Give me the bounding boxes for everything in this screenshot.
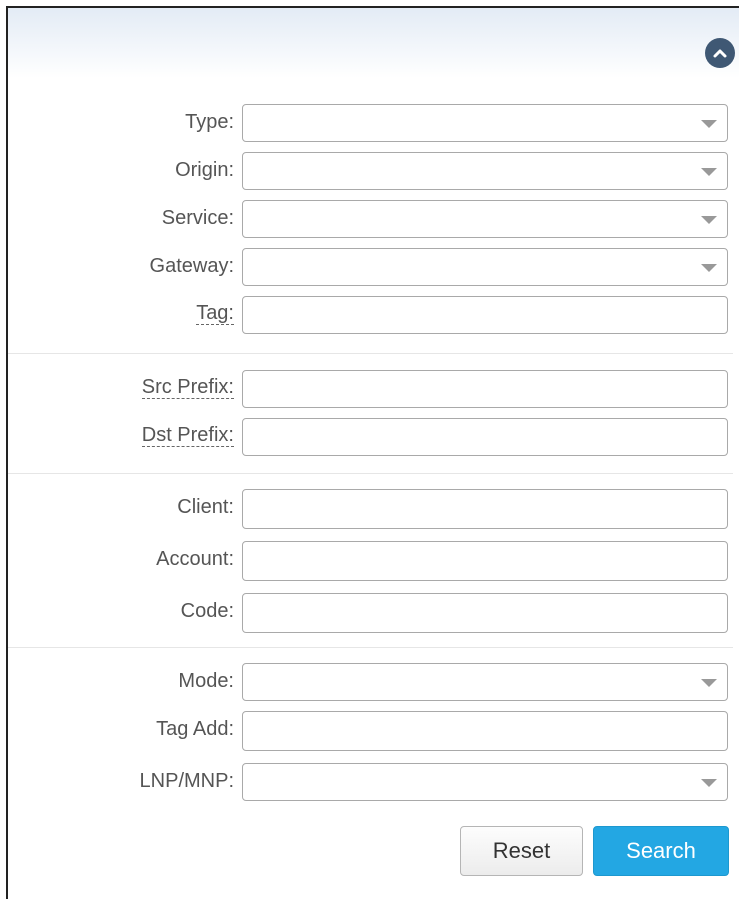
mode-select[interactable]	[242, 663, 728, 701]
gateway-select[interactable]	[242, 248, 728, 286]
type-row: Type:	[8, 104, 739, 144]
origin-label: Origin:	[175, 159, 234, 181]
service-row: Service:	[8, 200, 739, 240]
client-label: Client:	[177, 496, 234, 518]
chevron-down-icon	[701, 779, 717, 787]
tag-input[interactable]	[242, 296, 728, 334]
src-prefix-row: Src Prefix:	[8, 370, 739, 410]
origin-row: Origin:	[8, 152, 739, 192]
client-row: Client:	[8, 489, 739, 529]
account-input[interactable]	[242, 541, 728, 581]
chevron-down-icon	[701, 679, 717, 687]
code-input[interactable]	[242, 593, 728, 633]
section-divider	[8, 647, 733, 648]
filter-panel: Type: Origin: Service: Gateway: Tag: Src…	[6, 6, 739, 899]
gateway-label: Gateway:	[149, 255, 234, 277]
type-label: Type:	[185, 111, 234, 133]
tag-row: Tag:	[8, 296, 739, 336]
reset-button[interactable]: Reset	[460, 826, 583, 876]
dst-prefix-row: Dst Prefix:	[8, 418, 739, 458]
section-divider	[8, 353, 733, 354]
panel-header	[8, 8, 739, 78]
tag-add-row: Tag Add:	[8, 711, 739, 751]
type-select[interactable]	[242, 104, 728, 142]
tag-add-label: Tag Add:	[156, 718, 234, 740]
src-prefix-label[interactable]: Src Prefix:	[141, 376, 234, 399]
code-row: Code:	[8, 593, 739, 633]
chevron-down-icon	[701, 120, 717, 128]
service-label: Service:	[161, 207, 234, 229]
account-label: Account:	[156, 548, 234, 570]
dst-prefix-label[interactable]: Dst Prefix:	[141, 424, 234, 447]
collapse-button[interactable]	[705, 38, 735, 68]
mode-label: Mode:	[178, 670, 234, 692]
chevron-up-icon	[713, 49, 727, 58]
client-input[interactable]	[242, 489, 728, 529]
chevron-down-icon	[701, 216, 717, 224]
origin-select[interactable]	[242, 152, 728, 190]
lnp-mnp-row: LNP/MNP:	[8, 763, 739, 803]
code-label: Code:	[180, 600, 234, 622]
lnp-mnp-select[interactable]	[242, 763, 728, 801]
tag-label[interactable]: Tag:	[196, 302, 234, 325]
src-prefix-input[interactable]	[242, 370, 728, 408]
search-button[interactable]: Search	[593, 826, 729, 876]
dst-prefix-input[interactable]	[242, 418, 728, 456]
lnp-mnp-label: LNP/MNP:	[139, 770, 234, 792]
service-select[interactable]	[242, 200, 728, 238]
account-row: Account:	[8, 541, 739, 581]
tag-add-input[interactable]	[242, 711, 728, 751]
section-divider	[8, 473, 733, 474]
gateway-row: Gateway:	[8, 248, 739, 288]
mode-row: Mode:	[8, 663, 739, 703]
chevron-down-icon	[701, 264, 717, 272]
chevron-down-icon	[701, 168, 717, 176]
